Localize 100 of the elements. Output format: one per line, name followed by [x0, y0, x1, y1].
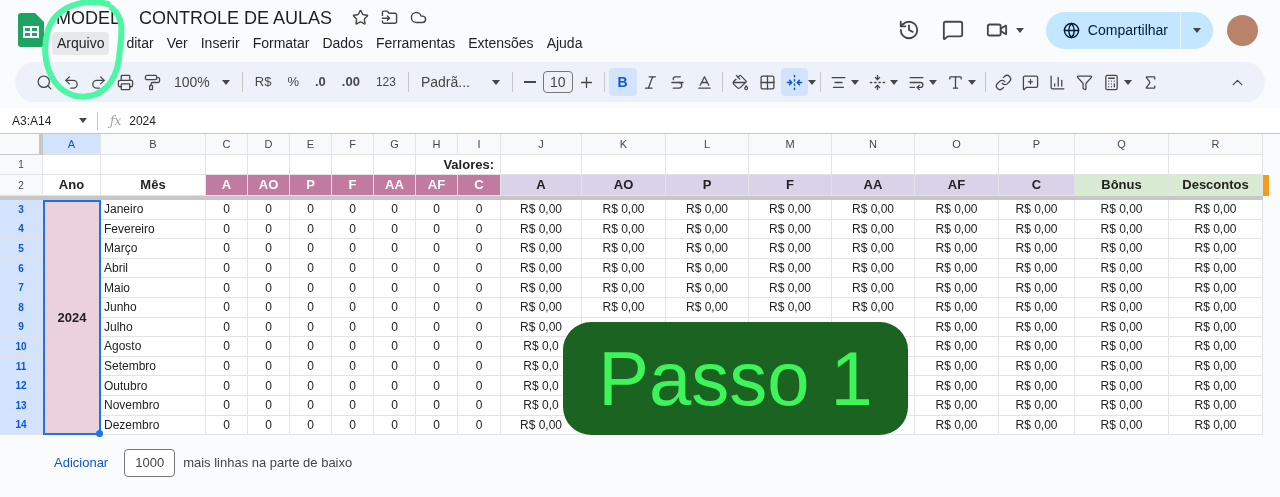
avatar[interactable] [1227, 14, 1258, 46]
row-header[interactable]: 12 [0, 376, 43, 396]
column-header[interactable]: H [416, 134, 458, 155]
table-cell: 0 [290, 200, 332, 220]
table-cell: R$ 0,00 [1075, 239, 1169, 259]
history-icon[interactable] [897, 19, 920, 41]
column-title: C [458, 175, 501, 196]
corner-cell[interactable] [0, 134, 43, 155]
table-cell: R$ 0,00 [832, 200, 915, 220]
menu-item[interactable]: Dados [317, 31, 368, 55]
column-header[interactable]: A [43, 134, 101, 155]
column-header[interactable]: Q [1075, 134, 1169, 155]
column-header[interactable]: F [332, 134, 374, 155]
column-header[interactable]: N [832, 134, 915, 155]
column-header[interactable]: C [206, 134, 248, 155]
table-cell: 0 [416, 239, 458, 259]
table-cell: 0 [458, 219, 501, 240]
column-header[interactable]: O [915, 134, 999, 155]
folder-icon[interactable] [381, 9, 399, 26]
row-header[interactable]: 4 [0, 219, 43, 240]
selection-handle[interactable] [96, 430, 103, 438]
font-dropdown[interactable]: Padrã... [412, 71, 508, 93]
menu-item[interactable]: Extensões [463, 31, 539, 55]
percent-button[interactable]: % [279, 72, 307, 92]
table-cell: R$ 0,00 [915, 258, 999, 279]
column-header[interactable]: J [501, 134, 582, 155]
formula-field[interactable]: 2024 [129, 111, 156, 130]
undo-icon [63, 73, 80, 91]
add-rows-button[interactable]: Adicionar [54, 453, 109, 473]
sheets-logo-icon[interactable] [18, 13, 44, 47]
name-box[interactable]: A3:A14 [0, 111, 98, 130]
table-cell: 0 [374, 239, 416, 259]
column-header[interactable]: G [374, 134, 416, 155]
table-cell: 0 [206, 239, 248, 259]
column-header[interactable]: D [248, 134, 290, 155]
font-size-field[interactable]: 10 [543, 71, 573, 93]
bar-chart-icon [1048, 73, 1066, 91]
bold-button[interactable]: B [608, 68, 637, 96]
function-label: ƒx [110, 112, 122, 130]
row-header[interactable]: 7 [0, 278, 43, 298]
table-cell: 0 [290, 337, 332, 357]
merge-cells-button[interactable] [780, 68, 808, 96]
row-header[interactable]: 1 [0, 155, 43, 175]
column-header[interactable]: I [458, 134, 501, 155]
table-cell: R$ 0,00 [1169, 337, 1263, 357]
increase-decimal-button[interactable]: .00 [333, 72, 368, 92]
menu-item[interactable]: Arquivo [52, 31, 110, 55]
column-header[interactable]: E [290, 134, 332, 155]
row-header[interactable]: 14 [0, 415, 43, 436]
currency-button[interactable]: R$ [246, 72, 280, 92]
row-header[interactable]: 6 [0, 258, 43, 279]
column-header[interactable]: R [1169, 134, 1263, 155]
text-rotation-icon [946, 73, 964, 91]
row-header[interactable]: 3 [0, 200, 43, 220]
column-header[interactable]: M [749, 134, 832, 155]
menu-item[interactable]: Ferramentas [370, 31, 461, 55]
table-cell: R$ 0,00 [582, 297, 666, 318]
menu-item[interactable]: Formatar [247, 31, 315, 55]
row-header[interactable]: 9 [0, 317, 43, 338]
column-header[interactable]: K [582, 134, 666, 155]
table-cell: R$ 0,00 [915, 415, 999, 436]
row-header[interactable]: 11 [0, 356, 43, 377]
cloud-icon[interactable] [410, 9, 428, 26]
row-header[interactable]: 8 [0, 297, 43, 318]
zoom-dropdown[interactable]: 100% [166, 71, 238, 93]
table-cell: 0 [416, 317, 458, 338]
decrease-decimal-button[interactable]: .0 [307, 72, 334, 92]
column-header[interactable]: B [101, 134, 206, 155]
table-cell: 0 [206, 278, 248, 298]
table-cell: 0 [248, 258, 290, 279]
document-title[interactable]: CONTROLE DE AULAS [139, 5, 333, 30]
menu-item[interactable]: ditar [121, 31, 159, 55]
column-title: AF [915, 175, 999, 196]
table-cell: 0 [248, 356, 290, 377]
table-cell: R$ 0,00 [832, 278, 915, 298]
row-count-field[interactable]: 1000 [124, 449, 176, 477]
table-cell: R$ 0,00 [1075, 258, 1169, 279]
table-cell: 0 [290, 258, 332, 279]
table-cell: 0 [290, 278, 332, 298]
table-cell: R$ 0,00 [915, 239, 999, 259]
table-cell: 0 [332, 297, 374, 318]
table-cell: 0 [290, 356, 332, 377]
star-icon[interactable] [352, 9, 370, 26]
column-header[interactable]: L [666, 134, 749, 155]
table-cell: 0 [458, 415, 501, 436]
row-header[interactable]: 2 [0, 175, 43, 196]
column-header[interactable]: P [999, 134, 1075, 155]
comment-icon[interactable] [941, 19, 964, 41]
table-cell: R$ 0,00 [1169, 278, 1263, 298]
row-header[interactable]: 5 [0, 239, 43, 259]
table-cell: R$ 0,00 [749, 219, 832, 240]
row-header[interactable]: 13 [0, 395, 43, 416]
menu-item[interactable]: Ajuda [541, 31, 588, 55]
menu-item[interactable]: Inserir [195, 31, 245, 55]
row-header[interactable]: 10 [0, 337, 43, 357]
menu-item[interactable]: Ver [161, 31, 193, 55]
table-cell: 0 [290, 317, 332, 338]
number-format-button[interactable]: 123 [367, 73, 404, 91]
table-cell: R$ 0,00 [1075, 337, 1169, 357]
paint-bucket-icon [731, 73, 749, 91]
